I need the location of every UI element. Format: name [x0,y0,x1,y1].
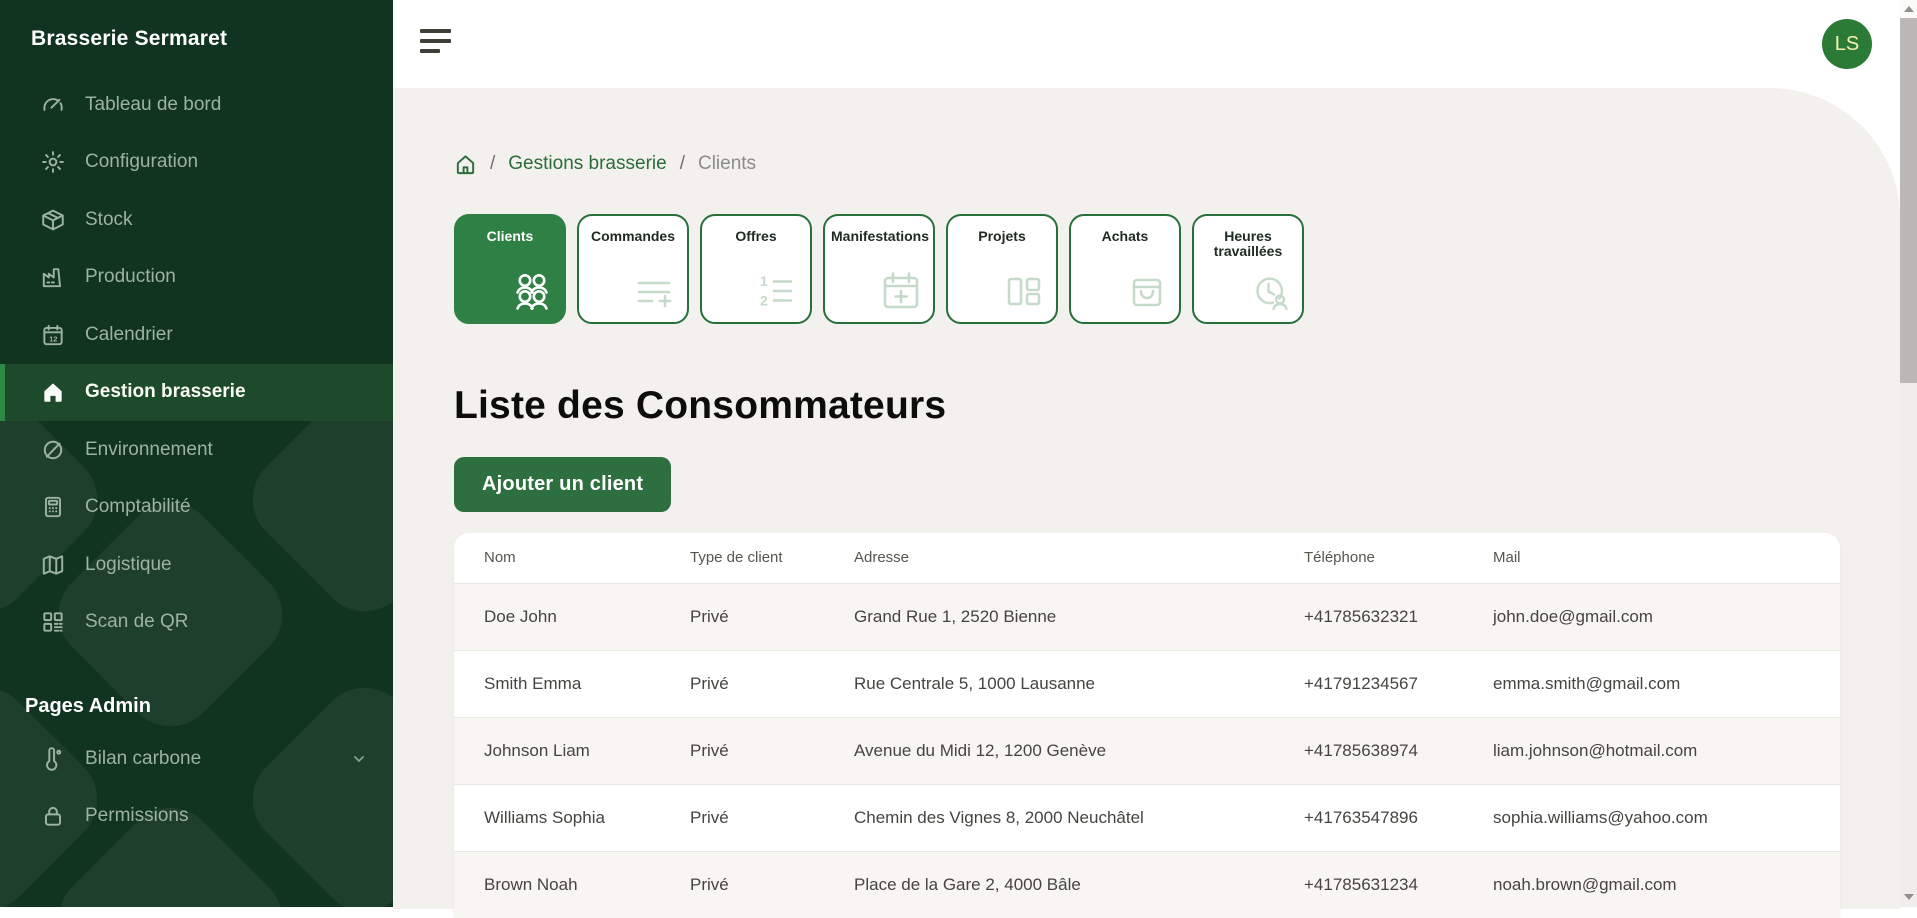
column-header-adresse: Adresse [854,533,1304,583]
scrollbar-thumb[interactable] [1900,18,1917,383]
sidebar-item-stock[interactable]: Stock [0,191,393,249]
add-client-button[interactable]: Ajouter un client [454,457,671,512]
package-icon [40,207,66,233]
clock-user-icon [1246,267,1294,315]
numbered-list-icon: 1 2 [754,267,802,315]
tab-clients[interactable]: Clients [454,214,566,324]
column-header-telephone: Téléphone [1304,533,1493,583]
tab-manifestations[interactable]: Manifestations [823,214,935,324]
factory-icon [40,264,66,290]
column-header-type: Type de client [690,533,854,583]
users-icon [508,267,556,315]
lock-icon [40,803,66,829]
gauge-icon [40,92,66,118]
sidebar-item-label: Tableau de bord [85,94,221,116]
tab-projets[interactable]: Projets [946,214,1058,324]
sidebar-item-label: Bilan carbone [85,748,201,770]
table-row[interactable]: Johnson LiamPrivé Avenue du Midi 12, 120… [454,717,1840,784]
page-title: Liste des Consommateurs [454,384,1840,428]
sidebar-section-pages-admin: Pages Admin [0,651,393,726]
breadcrumb-separator: / [490,153,495,175]
gear-icon [40,149,66,175]
sidebar-item-label: Calendrier [85,324,173,346]
breadcrumb-current: Clients [698,153,756,175]
scrollbar-up-button[interactable] [1900,0,1917,18]
sidebar-item-label: Permissions [85,805,188,827]
sidebar-item-label: Production [85,266,176,288]
list-plus-icon [631,267,679,315]
sidebar-item-tableau-de-bord[interactable]: Tableau de bord [0,76,393,134]
calendar-plus-icon [877,267,925,315]
home-icon[interactable] [454,153,477,176]
chevron-down-icon [351,751,367,767]
svg-text:1: 1 [760,273,768,289]
sidebar-item-label: Configuration [85,151,198,173]
topbar: LS [393,0,1900,88]
sidebar-item-logistique[interactable]: Logistique [0,536,393,594]
tab-achats[interactable]: Achats [1069,214,1181,324]
sidebar-item-calendrier[interactable]: 12 Calendrier [0,306,393,364]
table-row[interactable]: Williams SophiaPrivé Chemin des Vignes 8… [454,784,1840,851]
scroll-up-icon [1904,6,1914,12]
sidebar-item-permissions[interactable]: Permissions [0,788,393,846]
breadcrumb-link-gestions-brasserie[interactable]: Gestions brasserie [508,153,666,175]
sidebar-item-label: Scan de QR [85,611,189,633]
category-tabs: Clients Commandes Offres [454,214,1840,324]
shopping-bag-icon [1123,267,1171,315]
table-row[interactable]: Smith EmmaPrivé Rue Centrale 5, 1000 Lau… [454,650,1840,717]
breadcrumb-separator: / [680,153,685,175]
column-header-mail: Mail [1493,533,1840,583]
calculator-icon [40,494,66,520]
sidebar-item-scan-de-qr[interactable]: Scan de QR [0,594,393,652]
clients-table: Nom Type de client Adresse Téléphone Mai… [454,533,1840,918]
sidebar-item-production[interactable]: Production [0,249,393,307]
sidebar-item-label: Logistique [85,554,172,576]
sidebar-item-label: Comptabilité [85,496,191,518]
table-row[interactable]: Doe JohnPrivé Grand Rue 1, 2520 Bienne+4… [454,583,1840,650]
scrollbar-down-button[interactable] [1900,889,1917,905]
qr-icon [40,609,66,635]
svg-text:12: 12 [49,334,57,343]
sidebar-menu: Tableau de bord Configuration Stock Prod… [0,76,393,651]
column-header-nom: Nom [454,533,690,583]
svg-text:2: 2 [760,293,768,309]
sidebar: Brasserie Sermaret Tableau de bord Confi… [0,0,393,907]
scroll-down-icon [1904,894,1914,900]
home-icon [40,379,66,405]
tab-offres[interactable]: Offres 1 2 [700,214,812,324]
menu-toggle-icon[interactable] [420,29,451,56]
sidebar-item-environnement[interactable]: Environnement [0,421,393,479]
sidebar-item-gestion-brasserie[interactable]: Gestion brasserie [0,364,393,422]
calendar-icon: 12 [40,322,66,348]
main-area: LS / Gestions brasserie / Clients Client… [393,0,1900,907]
sidebar-admin-menu: Bilan carbone Permissions [0,730,393,845]
sidebar-item-bilan-carbone[interactable]: Bilan carbone [0,730,393,788]
content-area: / Gestions brasserie / Clients Clients C… [393,88,1900,909]
leaf-icon [40,437,66,463]
kanban-icon [1000,267,1048,315]
table-row[interactable]: Brown NoahPrivé Place de la Gare 2, 4000… [454,851,1840,918]
sidebar-item-configuration[interactable]: Configuration [0,134,393,192]
tab-commandes[interactable]: Commandes [577,214,689,324]
sidebar-item-label: Environnement [85,439,213,461]
app-brand: Brasserie Sermaret [0,0,393,51]
table-header-row: Nom Type de client Adresse Téléphone Mai… [454,533,1840,583]
sidebar-item-label: Stock [85,209,133,231]
sidebar-item-comptabilite[interactable]: Comptabilité [0,479,393,537]
user-avatar[interactable]: LS [1822,19,1872,69]
breadcrumb: / Gestions brasserie / Clients [454,150,1840,178]
map-icon [40,552,66,578]
thermometer-icon [40,746,66,772]
vertical-scrollbar[interactable] [1900,0,1917,907]
tab-heures-travaillees[interactable]: Heures travaillées [1192,214,1304,324]
clients-table-card: Nom Type de client Adresse Téléphone Mai… [454,533,1840,918]
sidebar-item-label: Gestion brasserie [85,381,246,403]
